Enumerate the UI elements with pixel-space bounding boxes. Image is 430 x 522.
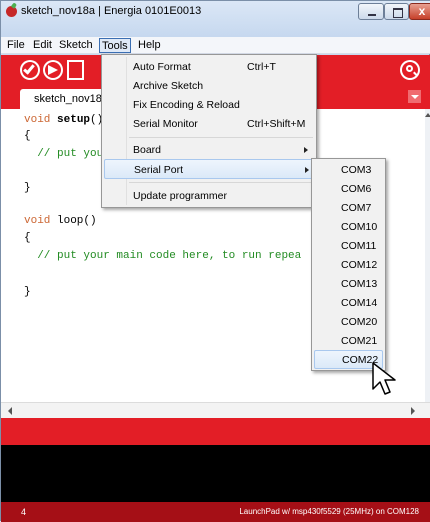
code-line: {: [24, 232, 31, 244]
horizontal-scrollbar[interactable]: [1, 402, 430, 418]
checkmark-icon: [23, 62, 35, 75]
serial-port-submenu: COM3 COM6 COM7 COM10 COM11 COM12 COM13 C…: [311, 158, 386, 371]
keyword: void: [24, 215, 51, 227]
code-line: }: [24, 286, 31, 298]
upload-button[interactable]: [43, 60, 63, 80]
board-info: LaunchPad w/ msp430f5529 (25MHz) on COM1…: [239, 507, 419, 516]
menu-item-label: Board: [133, 144, 162, 156]
code-comment: // put you: [24, 148, 104, 160]
menu-item-serial-port[interactable]: Serial Port: [104, 159, 314, 179]
port-item-com11[interactable]: COM11: [314, 237, 383, 256]
port-item-com21[interactable]: COM21: [314, 332, 383, 351]
menu-separator: [129, 137, 313, 138]
console-output: [1, 445, 430, 502]
message-area: [1, 418, 430, 445]
close-button[interactable]: x: [409, 3, 430, 20]
tab-menu-button[interactable]: [408, 90, 421, 103]
port-item-com7[interactable]: COM7: [314, 199, 383, 218]
menu-item-label: Serial Port: [134, 164, 184, 176]
menu-sketch[interactable]: Sketch: [57, 38, 95, 53]
menu-item-shortcut: Ctrl+T: [247, 61, 276, 73]
code-line: {: [24, 130, 31, 142]
port-item-com20[interactable]: COM20: [314, 313, 383, 332]
menu-help[interactable]: Help: [136, 38, 163, 53]
title-bar[interactable]: sketch_nov18a | Energia 0101E0013 x: [1, 1, 430, 37]
arrow-right-icon: [48, 65, 58, 75]
menu-item-archive-sketch[interactable]: Archive Sketch: [104, 76, 314, 96]
submenu-arrow-icon: [304, 147, 308, 153]
energia-window: sketch_nov18a | Energia 0101E0013 x File…: [0, 0, 430, 522]
scroll-up-arrow-icon[interactable]: [425, 113, 430, 117]
menu-bar: File Edit Sketch Tools Help: [1, 37, 430, 54]
menu-item-fix-encoding[interactable]: Fix Encoding & Reload: [104, 95, 314, 115]
status-bar: 4 LaunchPad w/ msp430f5529 (25MHz) on CO…: [1, 502, 430, 522]
magnifier-icon: [406, 65, 413, 72]
verify-button[interactable]: [20, 60, 40, 80]
scroll-left-arrow-icon[interactable]: [8, 407, 12, 415]
energia-app-icon: [6, 6, 17, 17]
function-name: setup: [57, 114, 91, 126]
maximize-button[interactable]: [384, 3, 409, 20]
menu-item-label: Serial Monitor: [133, 118, 198, 130]
serial-monitor-button[interactable]: [400, 60, 420, 80]
menu-item-auto-format[interactable]: Auto Format Ctrl+T: [104, 57, 314, 77]
port-item-com6[interactable]: COM6: [314, 180, 383, 199]
menu-tools[interactable]: Tools: [99, 38, 131, 53]
window-title: sketch_nov18a | Energia 0101E0013: [21, 5, 202, 17]
port-item-com10[interactable]: COM10: [314, 218, 383, 237]
vertical-scrollbar[interactable]: [425, 109, 430, 402]
code-line: }: [24, 182, 31, 194]
new-sketch-button[interactable]: [67, 60, 84, 80]
minimize-button[interactable]: [358, 3, 384, 20]
menu-item-label: Update programmer: [133, 190, 227, 202]
menu-file[interactable]: File: [5, 38, 27, 53]
menu-item-label: Fix Encoding & Reload: [133, 99, 240, 111]
code-line: void loop(): [24, 214, 97, 228]
menu-item-shortcut: Ctrl+Shift+M: [247, 118, 306, 130]
scroll-right-arrow-icon[interactable]: [411, 407, 415, 415]
code-comment: // put your main code here, to run repea: [24, 250, 302, 262]
menu-item-board[interactable]: Board: [104, 140, 314, 160]
port-item-com14[interactable]: COM14: [314, 294, 383, 313]
port-item-com12[interactable]: COM12: [314, 256, 383, 275]
menu-separator: [129, 182, 313, 183]
menu-item-label: Archive Sketch: [133, 80, 204, 92]
submenu-arrow-icon: [305, 167, 309, 173]
port-item-com13[interactable]: COM13: [314, 275, 383, 294]
tools-menu: Auto Format Ctrl+T Archive Sketch Fix En…: [101, 54, 317, 208]
menu-edit[interactable]: Edit: [31, 38, 54, 53]
menu-item-serial-monitor[interactable]: Serial Monitor Ctrl+Shift+M: [104, 114, 314, 134]
port-item-com3[interactable]: COM3: [314, 161, 383, 180]
line-number: 4: [21, 507, 27, 517]
code-line: void setup(): [24, 113, 103, 127]
mouse-cursor-icon: [372, 362, 396, 395]
keyword: void: [24, 114, 51, 126]
menu-item-label: Auto Format: [133, 61, 191, 73]
code-text: loop(): [50, 215, 97, 227]
menu-item-update-programmer[interactable]: Update programmer: [104, 186, 314, 206]
